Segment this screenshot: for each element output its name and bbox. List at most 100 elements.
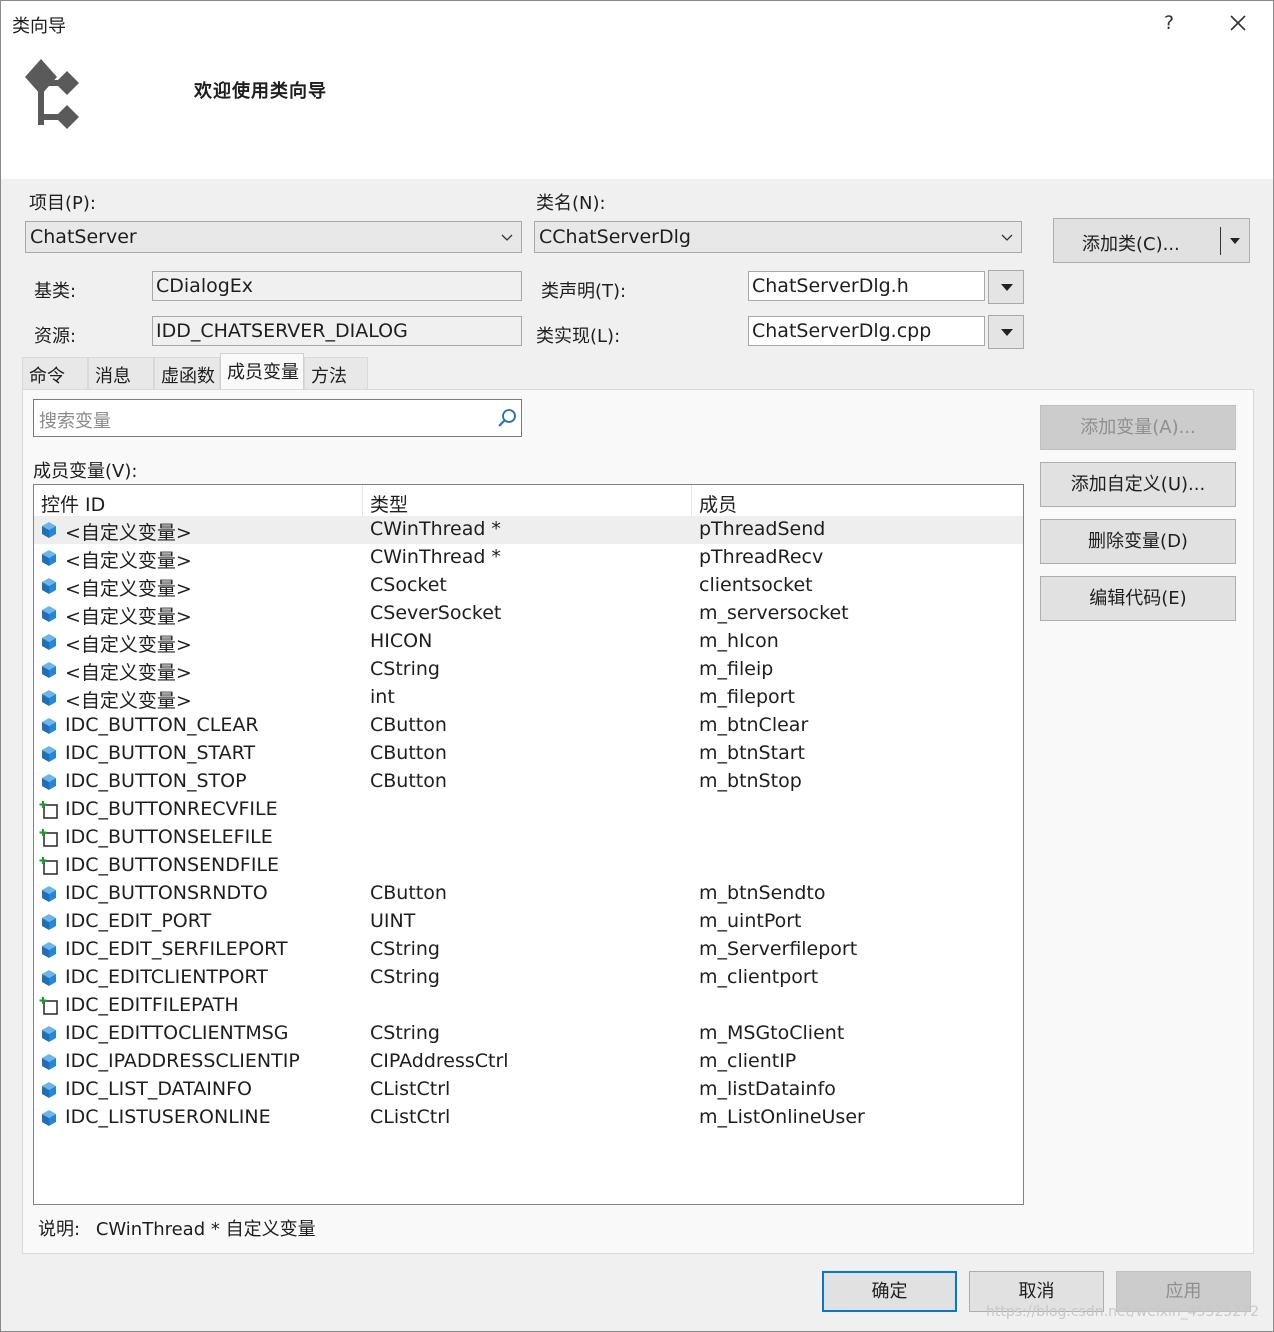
implementation-field[interactable]: ChatServerDlg.cpp bbox=[748, 316, 985, 346]
variable-search-box[interactable]: 搜索变量 bbox=[33, 399, 522, 437]
table-row[interactable]: IDC_LIST_DATAINFO CListCtrl m_listDatainfo bbox=[34, 1076, 1023, 1104]
column-divider[interactable] bbox=[362, 485, 363, 517]
row-control-id: IDC_LISTUSERONLINE bbox=[65, 1106, 271, 1128]
ok-button[interactable]: 确定 bbox=[822, 1271, 957, 1312]
table-row[interactable]: IDC_BUTTON_STOP CButton m_btnStop bbox=[34, 768, 1023, 796]
row-control-id: <自定义变量> bbox=[65, 606, 192, 628]
row-member: m_fileip bbox=[699, 658, 774, 680]
row-member: m_btnStop bbox=[699, 770, 802, 792]
classname-label: 类名(N): bbox=[536, 193, 606, 214]
row-control-id: <自定义变量> bbox=[65, 522, 192, 544]
close-button[interactable] bbox=[1215, 7, 1261, 39]
row-member: m_clientIP bbox=[699, 1050, 797, 1072]
member-variables-list[interactable]: 控件 ID 类型 成员 <自定义变量> CWinThread * pThreadSe… bbox=[33, 484, 1024, 1205]
row-member: m_MSGtoClient bbox=[699, 1022, 845, 1044]
project-value: ChatServer bbox=[30, 226, 137, 248]
row-control-id: IDC_EDIT_SERFILEPORT bbox=[65, 938, 288, 960]
row-control-id: IDC_BUTTONRECVFILE bbox=[65, 798, 278, 820]
table-row[interactable]: IDC_IPADDRESSCLIENTIP CIPAddressCtrl m_cli… bbox=[34, 1048, 1023, 1076]
table-row[interactable]: IDC_EDITFILEPATH bbox=[34, 992, 1023, 1020]
table-row[interactable]: IDC_BUTTONSENDFILE bbox=[34, 852, 1023, 880]
row-type: CString bbox=[370, 1022, 440, 1044]
implementation-label: 类实现(L): bbox=[536, 326, 621, 347]
variable-icon bbox=[39, 744, 59, 764]
table-row[interactable]: <自定义变量> HICON m_hIcon bbox=[34, 628, 1023, 656]
custom-variable-icon bbox=[39, 576, 59, 596]
base-class-label: 基类: bbox=[34, 281, 77, 302]
row-control-id: IDC_BUTTONSRNDTO bbox=[65, 882, 268, 904]
table-row[interactable]: IDC_LISTUSERONLINE CListCtrl m_ListOnlineU… bbox=[34, 1104, 1023, 1132]
add-class-button[interactable]: 添加类(C)... bbox=[1053, 218, 1250, 263]
description-line: 说明: CWinThread * 自定义变量 bbox=[38, 1215, 326, 1241]
table-row[interactable]: IDC_BUTTONSELEFILE bbox=[34, 824, 1023, 852]
welcome-banner: 欢迎使用类向导 bbox=[1, 45, 1273, 179]
table-row[interactable]: IDC_BUTTONRECVFILE bbox=[34, 796, 1023, 824]
table-row[interactable]: IDC_EDITTOCLIENTMSG CString m_MSGtoClient bbox=[34, 1020, 1023, 1048]
table-row[interactable]: <自定义变量> CWinThread * pThreadRecv bbox=[34, 544, 1023, 572]
row-member: m_fileport bbox=[699, 686, 795, 708]
edit-code-button[interactable]: 编辑代码(E) bbox=[1040, 576, 1236, 621]
custom-variable-icon bbox=[39, 548, 59, 568]
column-divider[interactable] bbox=[691, 485, 692, 517]
add-class-dropdown-icon[interactable] bbox=[1230, 238, 1240, 244]
row-type: CWinThread * bbox=[370, 546, 501, 568]
row-control-id: IDC_BUTTONSELEFILE bbox=[65, 826, 273, 848]
table-row[interactable]: IDC_EDIT_PORT UINT m_uintPort bbox=[34, 908, 1023, 936]
row-member: pThreadRecv bbox=[699, 546, 824, 568]
row-type: CButton bbox=[370, 742, 447, 764]
row-type: CIPAddressCtrl bbox=[370, 1050, 509, 1072]
tab-methods[interactable]: 方法 bbox=[304, 357, 368, 389]
row-type: UINT bbox=[370, 910, 416, 932]
search-input[interactable]: 搜索变量 bbox=[39, 407, 111, 433]
column-header-control-id[interactable]: 控件 ID bbox=[41, 490, 105, 517]
row-member: m_Serverfileport bbox=[699, 938, 858, 960]
table-row[interactable]: IDC_BUTTONSRNDTO CButton m_btnSendto bbox=[34, 880, 1023, 908]
description-value: CWinThread * 自定义变量 bbox=[95, 1219, 316, 1240]
table-row[interactable]: IDC_BUTTON_CLEAR CButton m_btnClear bbox=[34, 712, 1023, 740]
project-combo[interactable]: ChatServer bbox=[25, 221, 522, 253]
row-control-id: <自定义变量> bbox=[65, 634, 192, 656]
row-type: CListCtrl bbox=[370, 1078, 451, 1100]
add-variable-button[interactable]: 添加变量(A)... bbox=[1040, 405, 1236, 450]
classname-combo[interactable]: CChatServerDlg bbox=[534, 221, 1022, 253]
classname-value: CChatServerDlg bbox=[539, 226, 691, 248]
watermark: https://blog.csdn.net/weixin_45525272 bbox=[986, 1304, 1260, 1320]
table-row[interactable]: IDC_EDIT_SERFILEPORT CString m_Serverfilep… bbox=[34, 936, 1023, 964]
implementation-dropdown-button[interactable] bbox=[988, 315, 1024, 349]
row-type: CString bbox=[370, 658, 440, 680]
table-row[interactable]: <自定义变量> int m_fileport bbox=[34, 684, 1023, 712]
control-icon bbox=[39, 800, 59, 820]
tab-virtual-functions[interactable]: 虚函数 bbox=[154, 357, 220, 389]
table-row[interactable]: <自定义变量> CWinThread * pThreadSend bbox=[34, 516, 1023, 544]
row-control-id: <自定义变量> bbox=[65, 550, 192, 572]
delete-variable-button[interactable]: 删除变量(D) bbox=[1040, 519, 1236, 564]
column-header-member[interactable]: 成员 bbox=[699, 490, 737, 517]
row-type: CString bbox=[370, 938, 440, 960]
custom-variable-icon bbox=[39, 660, 59, 680]
table-row[interactable]: IDC_EDITCLIENTPORT CString m_clientport bbox=[34, 964, 1023, 992]
row-type: CButton bbox=[370, 714, 447, 736]
custom-variable-icon bbox=[39, 688, 59, 708]
search-icon[interactable] bbox=[497, 407, 519, 429]
description-label: 说明: bbox=[38, 1219, 81, 1240]
declaration-dropdown-button[interactable] bbox=[988, 270, 1024, 304]
variable-icon bbox=[39, 716, 59, 736]
tab-messages[interactable]: 消息 bbox=[88, 357, 154, 389]
add-custom-button[interactable]: 添加自定义(U)... bbox=[1040, 462, 1236, 507]
table-row[interactable]: <自定义变量> CString m_fileip bbox=[34, 656, 1023, 684]
table-row[interactable]: <自定义变量> CSeverSocket m_serversocket bbox=[34, 600, 1023, 628]
declaration-field[interactable]: ChatServerDlg.h bbox=[748, 271, 985, 301]
row-control-id: IDC_BUTTON_START bbox=[65, 742, 256, 764]
row-type: CSeverSocket bbox=[370, 602, 502, 624]
variable-icon bbox=[39, 912, 59, 932]
column-header-type[interactable]: 类型 bbox=[370, 490, 408, 517]
tab-commands[interactable]: 命令 bbox=[22, 357, 88, 389]
chevron-down-icon bbox=[501, 234, 513, 241]
row-type: CString bbox=[370, 966, 440, 988]
row-member: m_hIcon bbox=[699, 630, 779, 652]
table-row[interactable]: IDC_BUTTON_START CButton m_btnStart bbox=[34, 740, 1023, 768]
tab-member-variables[interactable]: 成员变量 bbox=[220, 353, 304, 389]
row-control-id: IDC_IPADDRESSCLIENTIP bbox=[65, 1050, 300, 1072]
table-row[interactable]: <自定义变量> CSocket clientsocket bbox=[34, 572, 1023, 600]
help-button[interactable]: ? bbox=[1151, 7, 1187, 39]
